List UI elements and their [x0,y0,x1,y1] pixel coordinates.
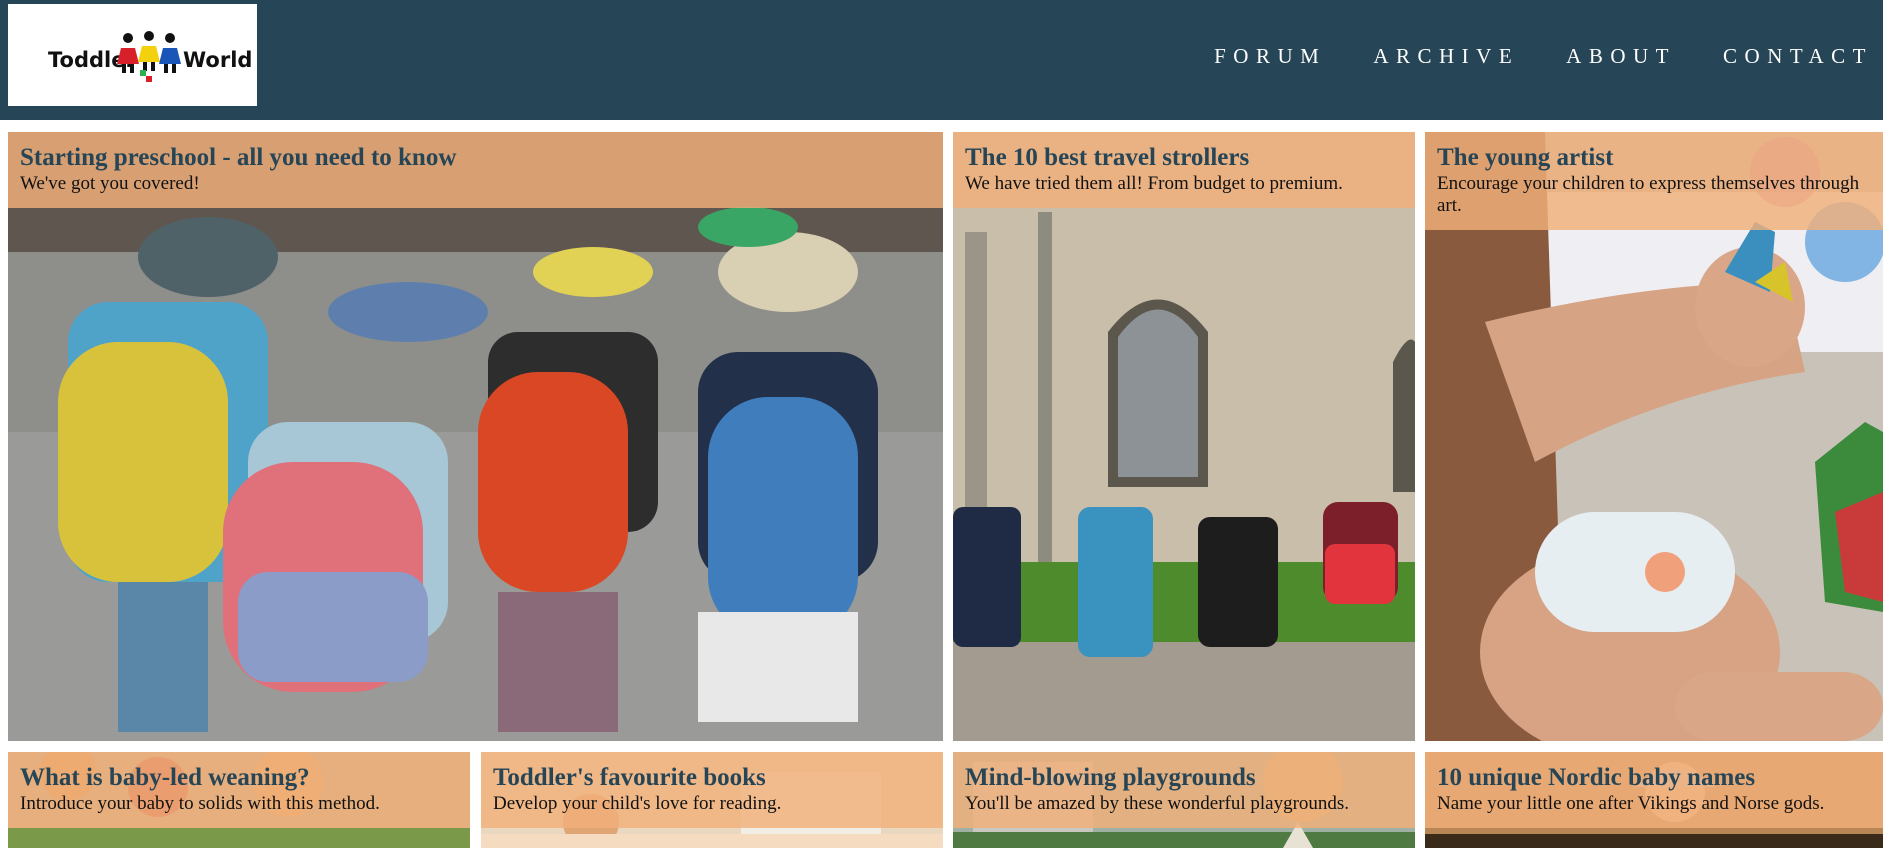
card-subtitle: You'll be amazed by these wonderful play… [965,793,1350,814]
card-title: Starting preschool - all you need to kno… [20,144,457,171]
card-title: Mind-blowing playgrounds [965,764,1256,791]
strollers-photo [953,132,1415,741]
card-subtitle: Develop your child's love for reading. [493,793,782,814]
card-caption: The 10 best travel strollers We have tri… [953,132,1415,208]
main-nav: FORUM ARCHIVE ABOUT CONTACT [1214,44,1873,69]
card-title: 10 unique Nordic baby names [1437,764,1756,791]
card-caption: What is baby-led weaning? Introduce your… [8,752,470,828]
article-card-strollers[interactable]: The 10 best travel strollers We have tri… [953,132,1415,741]
article-card-books[interactable]: Toddler's favourite books Develop your c… [481,752,943,848]
logo-figures-icon: Toddler World [48,31,252,82]
card-subtitle: Encourage your children to express thems… [1437,173,1860,216]
card-title: What is baby-led weaning? [20,764,310,791]
card-subtitle: Name your little one after Vikings and N… [1437,793,1825,814]
article-card-playgrounds[interactable]: Mind-blowing playgrounds You'll be amaze… [953,752,1415,848]
card-subtitle: We've got you covered! [20,173,200,194]
site-header: Toddler World FORUM ARCHIVE ABOUT CONTAC… [0,0,1883,120]
card-subtitle: We have tried them all! From budget to p… [965,173,1343,194]
svg-text:World: World [183,48,252,72]
nav-archive[interactable]: ARCHIVE [1373,44,1519,69]
card-caption: Toddler's favourite books Develop your c… [481,752,943,828]
card-title: Toddler's favourite books [493,764,766,791]
nav-contact[interactable]: CONTACT [1723,44,1873,69]
article-card-baby-led-weaning[interactable]: What is baby-led weaning? Introduce your… [8,752,470,848]
article-card-nordic-names[interactable]: 10 unique Nordic baby names Name your li… [1425,752,1883,848]
card-caption: The young artist Encourage your children… [1425,132,1883,230]
card-caption: Starting preschool - all you need to kno… [8,132,943,208]
site-logo[interactable]: Toddler World [8,4,257,106]
article-card-young-artist[interactable]: The young artist Encourage your children… [1425,132,1883,741]
card-subtitle: Introduce your baby to solids with this … [20,793,380,814]
card-caption: 10 unique Nordic baby names Name your li… [1425,752,1883,828]
preschool-photo [8,132,943,741]
article-card-preschool[interactable]: Starting preschool - all you need to kno… [8,132,943,741]
card-title: The young artist [1437,144,1614,171]
nav-forum[interactable]: FORUM [1214,44,1326,69]
nav-about[interactable]: ABOUT [1566,44,1676,69]
card-caption: Mind-blowing playgrounds You'll be amaze… [953,752,1415,828]
card-title: The 10 best travel strollers [965,144,1250,171]
